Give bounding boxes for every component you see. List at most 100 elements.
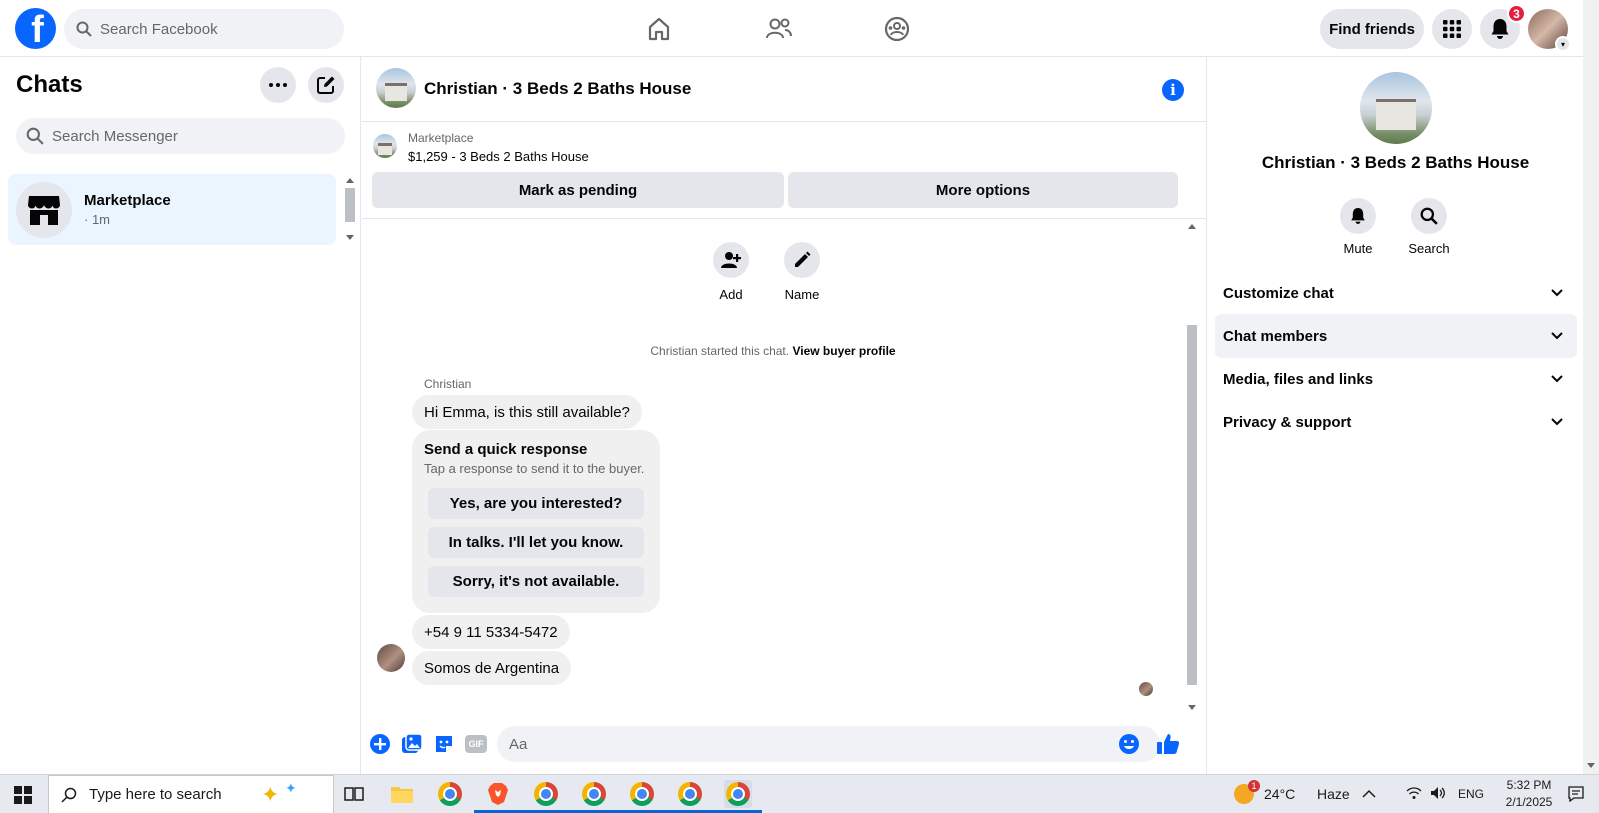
page-scrollbar[interactable] <box>1583 0 1599 774</box>
chat-details-avatar[interactable] <box>1360 72 1432 144</box>
weather-description[interactable]: Haze <box>1317 786 1350 802</box>
scroll-down-arrow-icon[interactable] <box>346 235 354 240</box>
section-label: Customize chat <box>1223 284 1334 302</box>
chat-members-section[interactable]: Chat members <box>1215 314 1577 358</box>
message-bubble[interactable]: +54 9 11 5334-5472 <box>412 615 570 649</box>
chrome-icon[interactable] <box>436 780 464 808</box>
media-files-links-section[interactable]: Media, files and links <box>1215 357 1577 401</box>
sticker-icon[interactable] <box>432 732 456 756</box>
groups-icon[interactable] <box>880 12 914 46</box>
friends-icon[interactable] <box>762 12 796 46</box>
message-input[interactable]: Aa <box>497 726 1160 762</box>
scrollbar-thumb[interactable] <box>1187 325 1197 685</box>
notification-count-badge: 3 <box>1507 4 1526 23</box>
message-thread: Add Name Christian started this chat. Vi… <box>362 220 1206 714</box>
chrome-profile-icon[interactable] <box>522 780 570 813</box>
facebook-logo-icon[interactable]: f <box>15 8 56 49</box>
chats-options-button[interactable] <box>260 67 296 103</box>
messenger-search-input[interactable]: Search Messenger <box>16 118 345 154</box>
task-view-icon[interactable] <box>340 780 368 808</box>
section-label: Media, files and links <box>1223 370 1374 388</box>
facebook-search-input[interactable]: Search Facebook <box>64 9 344 49</box>
quick-response-option[interactable]: Sorry, it's not available. <box>428 566 644 597</box>
like-icon[interactable] <box>1156 732 1180 756</box>
mark-as-pending-button[interactable]: Mark as pending <box>372 172 784 208</box>
search-icon <box>76 21 92 37</box>
windows-start-icon[interactable] <box>14 786 32 804</box>
chats-heading: Chats <box>16 71 83 98</box>
section-label: Chat members <box>1223 327 1328 345</box>
marketplace-listing-bar: Marketplace $1,259 - 3 Beds 2 Baths Hous… <box>362 123 1206 219</box>
brave-browser-icon[interactable] <box>474 780 522 813</box>
quick-response-option[interactable]: In talks. I'll let you know. <box>428 527 644 558</box>
notification-center-icon[interactable] <box>1568 786 1584 807</box>
search-icon <box>26 127 44 145</box>
listing-title[interactable]: $1,259 - 3 Beds 2 Baths House <box>408 149 589 164</box>
gif-label: GIF <box>465 735 487 753</box>
name-chat-action[interactable]: Name <box>772 242 832 302</box>
chevron-down-icon: ▾ <box>1555 36 1571 52</box>
clock-time[interactable]: 5:32 PM <box>1494 778 1564 792</box>
chrome-profile-icon-active[interactable] <box>714 780 762 813</box>
weather-icon[interactable]: 1 <box>1234 780 1260 804</box>
chevron-up-icon[interactable] <box>1362 786 1376 804</box>
add-people-action[interactable]: Add <box>701 242 761 302</box>
grid-icon <box>1443 20 1461 38</box>
quick-response-title: Send a quick response <box>424 441 588 458</box>
chrome-profile-icon[interactable] <box>666 780 714 813</box>
thread-scrollbar[interactable] <box>1185 220 1199 714</box>
message-bubble[interactable]: Somos de Argentina <box>412 651 572 685</box>
customize-chat-section[interactable]: Customize chat <box>1215 271 1577 315</box>
search-in-chat-action[interactable]: Search <box>1399 198 1459 256</box>
view-buyer-profile-link[interactable]: View buyer profile <box>792 344 895 358</box>
scroll-up-arrow-icon[interactable] <box>1188 224 1196 229</box>
quick-response-card: Send a quick response Tap a response to … <box>412 430 660 613</box>
new-message-button[interactable] <box>308 67 344 103</box>
chats-sidebar: Chats Search Messenger Marketplace · 1m <box>0 57 361 774</box>
chrome-profile-icon[interactable] <box>618 780 666 813</box>
chevron-down-icon <box>1551 289 1563 297</box>
menu-grid-button[interactable] <box>1432 9 1472 49</box>
network-icon[interactable] <box>1406 786 1422 805</box>
clock-date[interactable]: 2/1/2025 <box>1494 795 1564 809</box>
message-bubble[interactable]: Hi Emma, is this still available? <box>412 395 642 429</box>
listing-thumbnail[interactable] <box>373 134 397 158</box>
language-indicator[interactable]: ENG <box>1458 787 1484 801</box>
sender-avatar[interactable] <box>377 644 405 672</box>
windows-taskbar: Type here to search ✦ ✦ 1 24°C Haze ENG … <box>0 774 1599 813</box>
emoji-icon[interactable] <box>1117 732 1141 756</box>
chevron-down-icon <box>1551 418 1563 426</box>
mute-action[interactable]: Mute <box>1328 198 1388 256</box>
quick-response-option[interactable]: Yes, are you interested? <box>428 488 644 519</box>
read-receipt-avatar <box>1139 682 1153 696</box>
sparkle-icon: ✦ <box>285 780 297 796</box>
notifications-button[interactable]: 3 <box>1480 4 1526 49</box>
home-icon[interactable] <box>642 12 676 46</box>
account-avatar[interactable]: ▾ <box>1528 9 1571 52</box>
taskbar-search-input[interactable]: Type here to search ✦ ✦ <box>48 775 334 813</box>
sender-name: Christian <box>424 377 472 391</box>
plus-icon[interactable] <box>368 732 392 756</box>
chrome-profile-icon[interactable] <box>570 780 618 813</box>
info-icon[interactable]: i <box>1162 79 1184 101</box>
gif-icon[interactable]: GIF <box>464 732 488 756</box>
chat-started-text: Christian started this chat. <box>650 344 790 358</box>
weather-temperature[interactable]: 24°C <box>1264 786 1295 802</box>
conversation-title[interactable]: Christian · 3 Beds 2 Baths House <box>424 79 691 99</box>
scroll-down-arrow-icon[interactable] <box>1587 763 1595 768</box>
more-options-button[interactable]: More options <box>788 172 1178 208</box>
chat-list-item[interactable]: Marketplace · 1m <box>8 174 336 245</box>
file-explorer-icon[interactable] <box>388 780 416 808</box>
find-friends-button[interactable]: Find friends <box>1320 9 1424 49</box>
conversation-avatar[interactable] <box>376 68 416 108</box>
compose-icon <box>317 76 335 94</box>
privacy-support-section[interactable]: Privacy & support <box>1215 400 1577 444</box>
weather-badge: 1 <box>1248 780 1260 792</box>
volume-icon[interactable] <box>1430 786 1446 805</box>
scroll-down-arrow-icon[interactable] <box>1188 705 1196 710</box>
chat-list-scrollbar[interactable] <box>343 174 357 244</box>
photo-icon[interactable] <box>400 732 424 756</box>
scroll-up-arrow-icon[interactable] <box>346 178 354 183</box>
scrollbar-thumb[interactable] <box>345 188 355 222</box>
facebook-search-placeholder: Search Facebook <box>100 20 218 38</box>
